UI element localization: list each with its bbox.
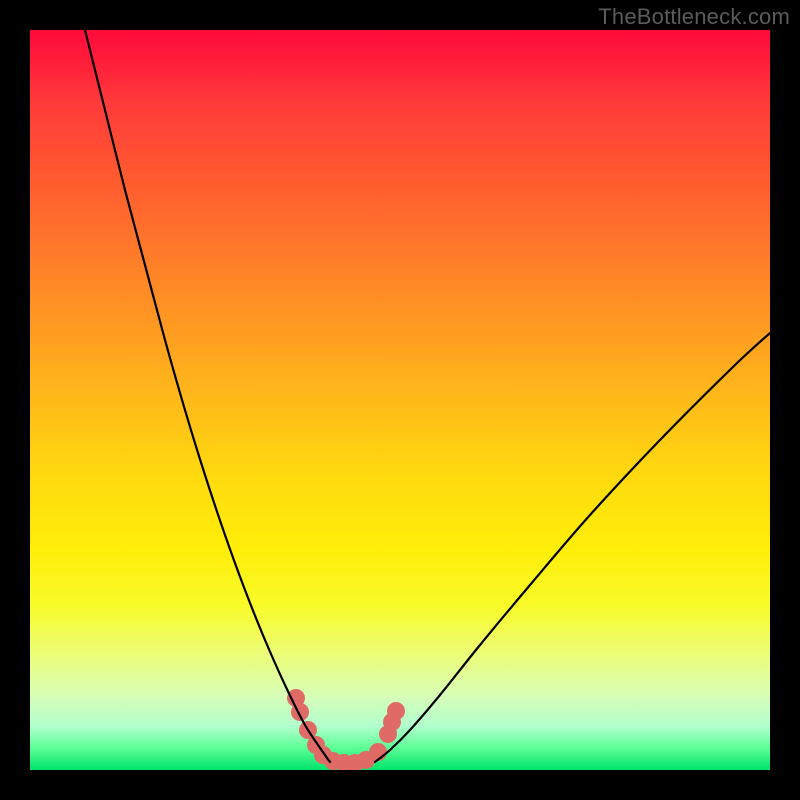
data-dot: [387, 702, 405, 720]
watermark-label: TheBottleneck.com: [598, 4, 790, 30]
left-bottleneck-curve: [85, 30, 330, 762]
right-bottleneck-curve: [375, 333, 770, 762]
curve-overlay: [30, 30, 770, 770]
chart-frame: TheBottleneck.com: [0, 0, 800, 800]
data-point-dot-group: [287, 689, 405, 770]
plot-area: [30, 30, 770, 770]
data-dot: [369, 743, 387, 761]
data-dot: [291, 703, 309, 721]
